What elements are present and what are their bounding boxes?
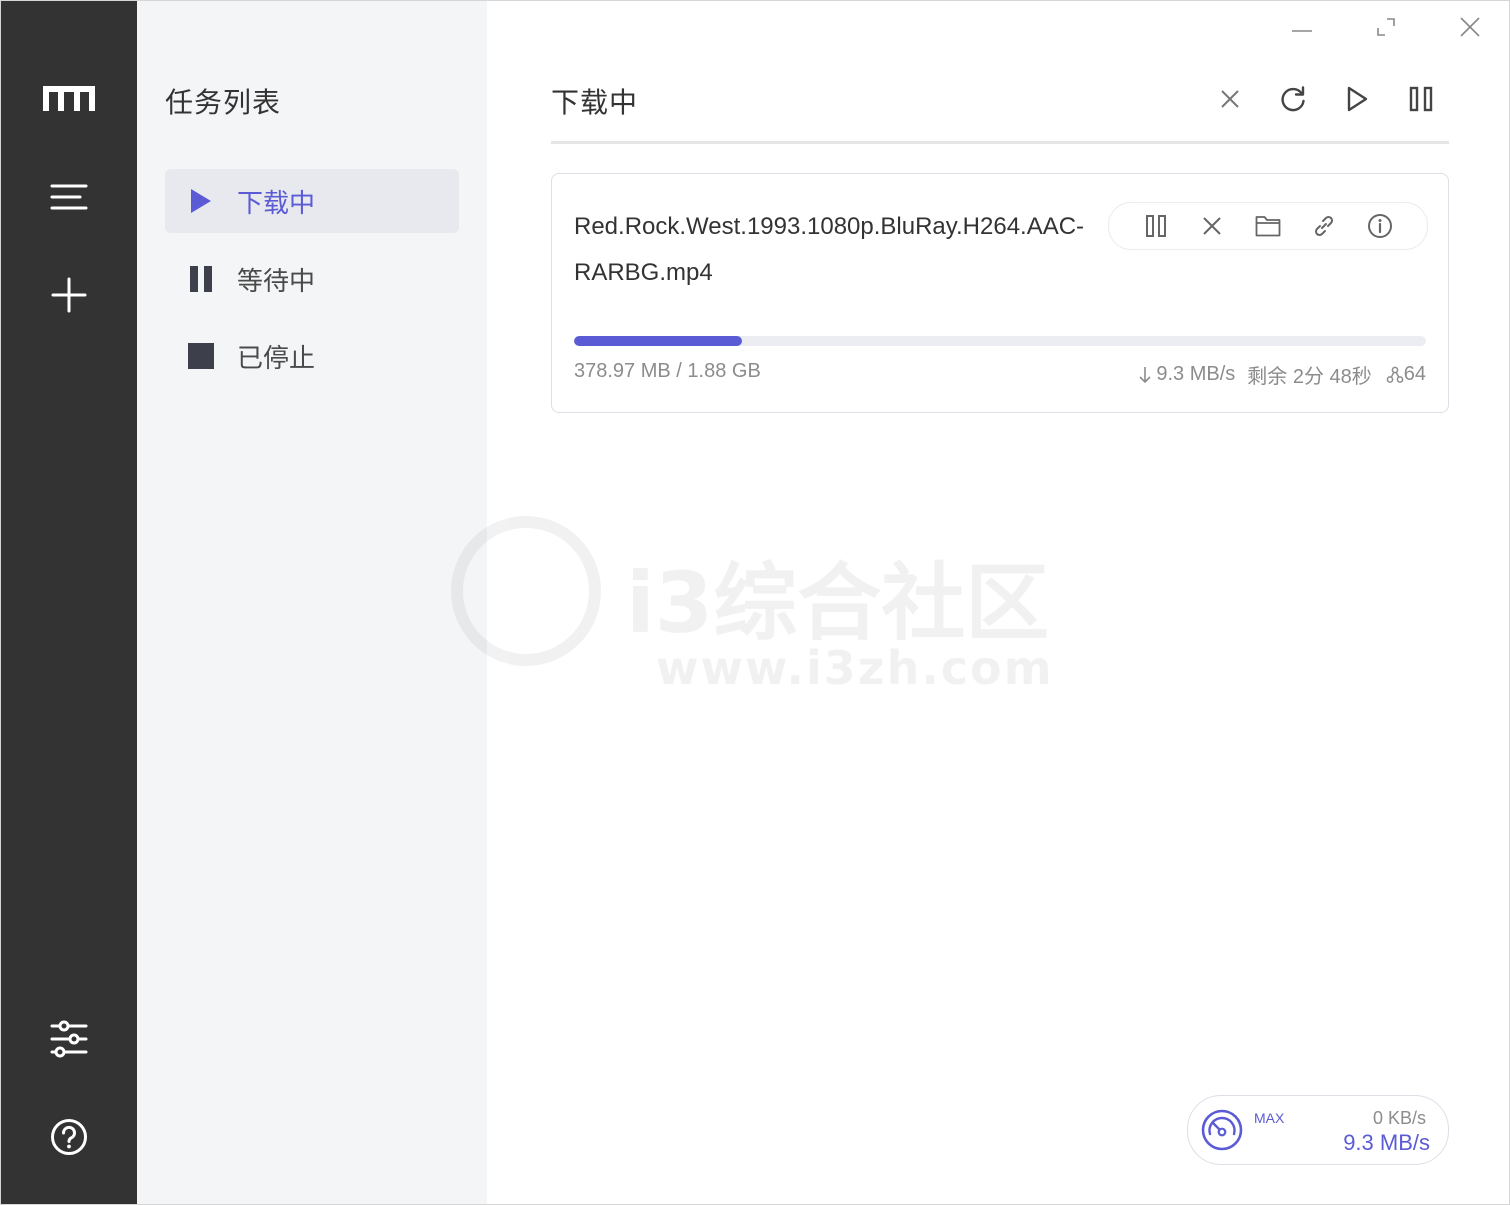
task-list-button[interactable] <box>39 167 99 227</box>
close-icon <box>1203 217 1221 235</box>
maximize-icon <box>1377 18 1395 36</box>
refresh-icon <box>1281 86 1305 112</box>
nav-item-waiting[interactable]: 等待中 <box>165 247 459 311</box>
pause-icon <box>1146 215 1166 237</box>
pause-all-button[interactable] <box>1401 79 1441 119</box>
close-icon <box>1221 90 1239 108</box>
resume-all-button[interactable] <box>1337 79 1377 119</box>
maximize-button[interactable] <box>1364 9 1408 45</box>
download-speed: 9.3 MB/s <box>1343 1130 1430 1155</box>
nav-item-label: 下载中 <box>237 188 316 219</box>
play-icon <box>1347 86 1368 112</box>
nav-item-label: 已停止 <box>237 343 316 374</box>
nav-item-label: 等待中 <box>237 266 316 297</box>
stop-icon <box>187 342 215 370</box>
header-divider <box>551 141 1449 144</box>
logo-icon <box>43 86 95 111</box>
task-progress-fill <box>574 336 742 346</box>
pause-icon <box>1409 86 1433 112</box>
task-connections-value: 64 <box>1403 363 1426 385</box>
delete-tasks-button[interactable] <box>1210 79 1250 119</box>
link-icon <box>1314 215 1334 237</box>
task-panel: 任务列表 下载中 等待中 已停止 <box>137 1 487 1204</box>
speed-meter[interactable]: MAX 0 KB/s 9.3 MB/s <box>1187 1095 1449 1165</box>
minimize-icon <box>1292 30 1312 32</box>
menu-icon <box>50 184 88 210</box>
plus-icon <box>51 277 87 313</box>
app-rail <box>1 1 137 1204</box>
task-progress-bar <box>574 336 1426 346</box>
task-item[interactable]: Red.Rock.West.1993.1080p.BluRay.H264.AAC… <box>551 173 1449 413</box>
close-window-button[interactable] <box>1448 9 1492 45</box>
add-task-button[interactable] <box>39 265 99 325</box>
task-remaining: 剩余 2分 48秒 <box>1247 366 1372 388</box>
refresh-button[interactable] <box>1273 79 1313 119</box>
speedometer-icon <box>1201 1109 1243 1151</box>
app-logo <box>39 69 99 129</box>
folder-icon <box>1255 216 1281 237</box>
task-actions <box>1108 202 1428 250</box>
help-icon <box>51 1119 87 1155</box>
nav-item-downloading[interactable]: 下载中 <box>165 169 459 233</box>
task-copy-link-button[interactable] <box>1305 207 1343 245</box>
watermark-url: www.i3zh.com <box>656 641 1054 695</box>
task-speed-value: 9.3 MB/s <box>1156 363 1236 385</box>
task-stats: 9.3 MB/s 剩余 2分 48秒 64 <box>1138 360 1426 389</box>
watermark: i3综合社区 www.i3zh.com <box>451 516 1052 695</box>
connections-icon <box>1386 366 1404 383</box>
watermark-title: i3综合社区 <box>626 554 1050 652</box>
task-name: Red.Rock.West.1993.1080p.BluRay.H264.AAC… <box>574 213 1085 286</box>
task-connections: 64 <box>1386 363 1426 386</box>
task-info-button[interactable] <box>1361 207 1399 245</box>
close-icon <box>1460 17 1480 37</box>
task-size: 378.97 MB / 1.88 GB <box>574 360 761 382</box>
page-title: 下载中 <box>551 86 639 119</box>
preferences-button[interactable] <box>39 1009 99 1069</box>
arrow-down-icon <box>1139 366 1151 383</box>
pause-icon <box>187 265 215 293</box>
panel-title: 任务列表 <box>165 86 282 119</box>
speed-limit-label: MAX <box>1254 1110 1285 1126</box>
sliders-icon <box>50 1020 88 1058</box>
task-speed: 9.3 MB/s <box>1138 363 1235 386</box>
nav-item-stopped[interactable]: 已停止 <box>165 324 459 388</box>
upload-speed: 0 KB/s <box>1372 1108 1426 1128</box>
play-icon <box>187 187 215 215</box>
task-delete-button[interactable] <box>1193 207 1231 245</box>
help-button[interactable] <box>39 1107 99 1167</box>
minimize-button[interactable] <box>1280 9 1324 45</box>
info-icon <box>1368 214 1392 238</box>
task-pause-button[interactable] <box>1137 207 1175 245</box>
task-open-folder-button[interactable] <box>1249 207 1287 245</box>
app-window: 任务列表 下载中 等待中 已停止 下载中 Red.Rock.West.1993.… <box>0 0 1510 1205</box>
